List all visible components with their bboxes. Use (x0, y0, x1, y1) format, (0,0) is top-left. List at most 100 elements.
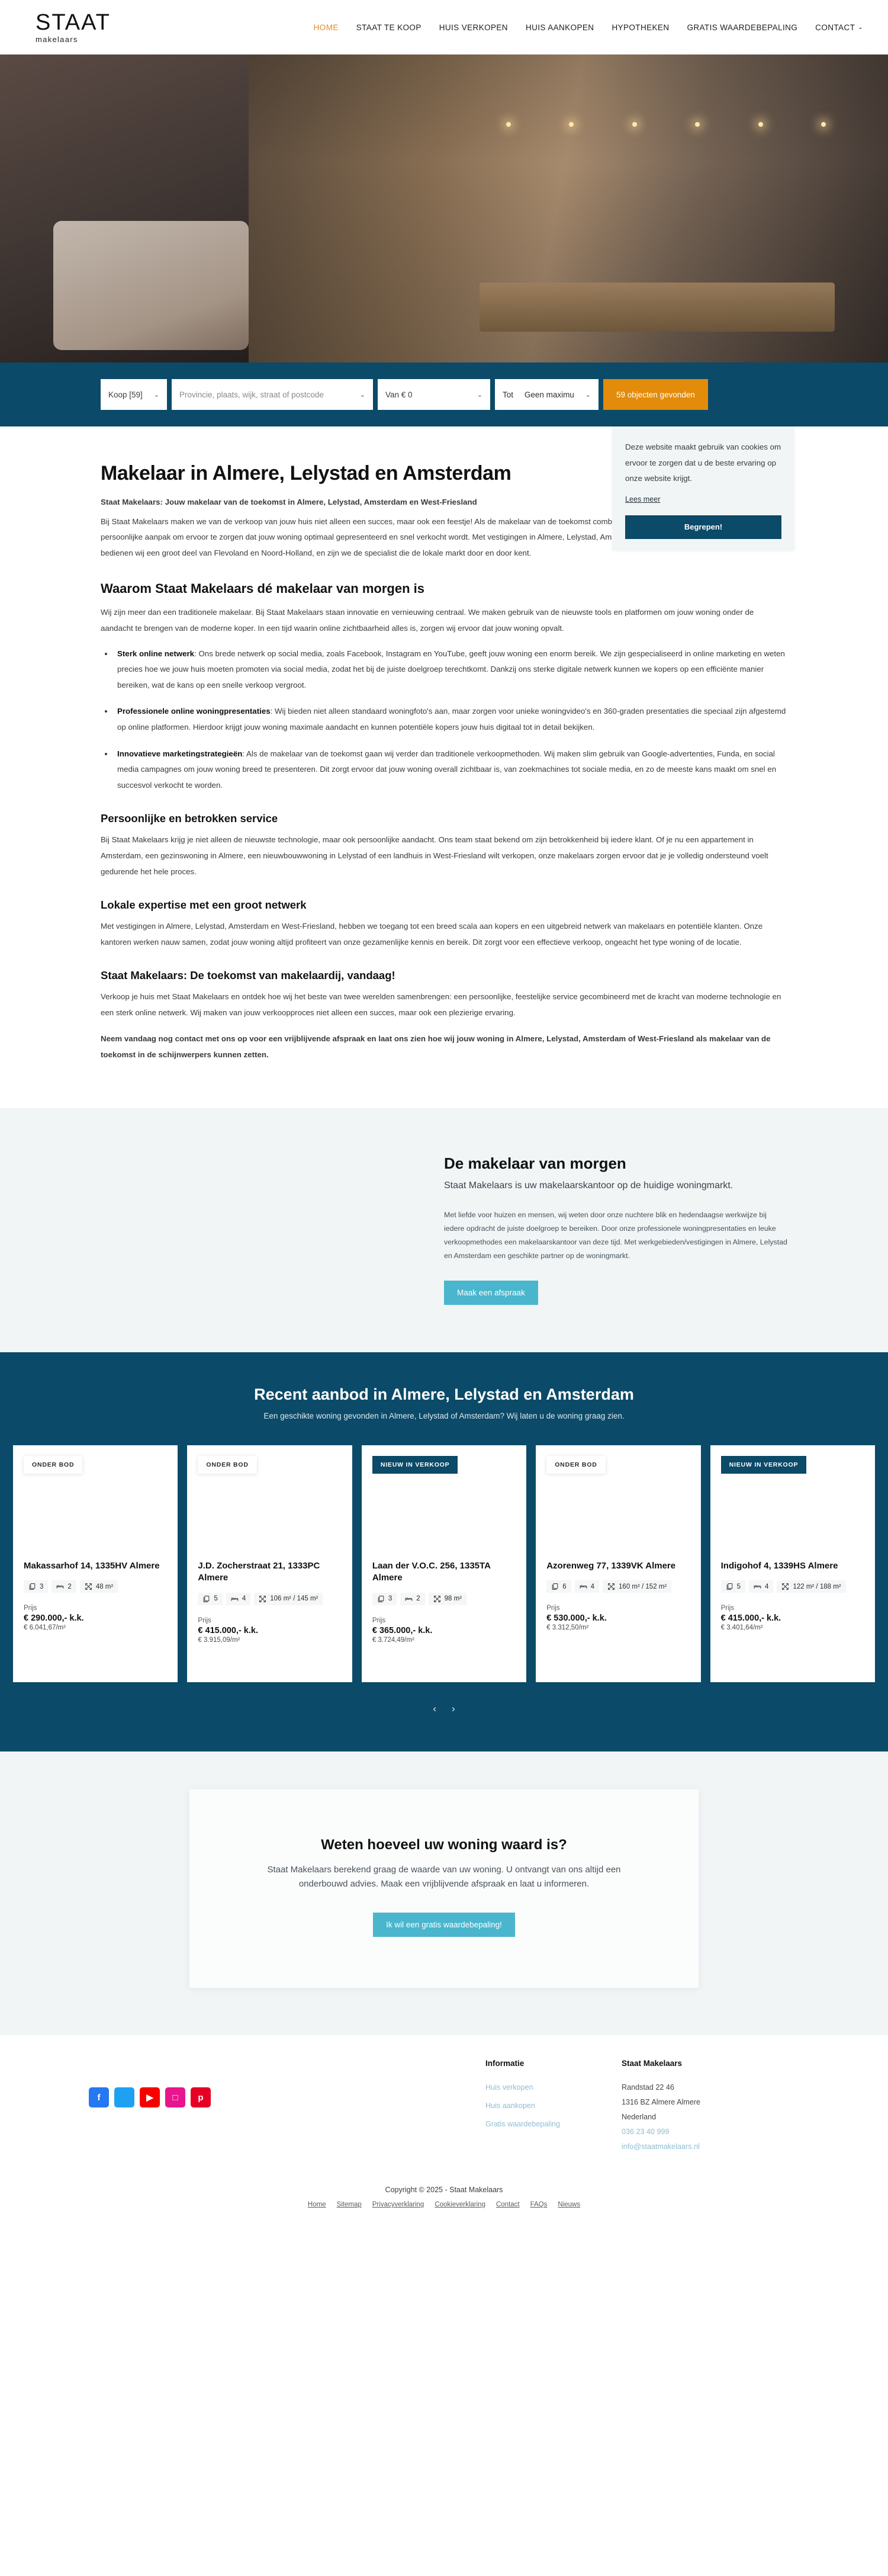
youtube-icon[interactable]: ▶ (140, 2087, 160, 2108)
chevron-down-icon: ⌄ (153, 391, 159, 399)
listing-title: Makassarhof 14, 1335HV Almere (24, 1561, 160, 1571)
cookie-accept-button[interactable]: Begrepen! (625, 515, 781, 539)
nav-item-staat-te-koop[interactable]: STAAT TE KOOP (356, 23, 422, 32)
listing-spec-value: 2 (416, 1595, 420, 1603)
nav-item-huis-aankopen[interactable]: HUIS AANKOPEN (526, 23, 594, 32)
valuation-card: Weten hoeveel uw woning waard is? Staat … (189, 1789, 699, 1988)
hero-table-decoration (480, 282, 835, 332)
instagram-icon[interactable]: □ (165, 2087, 185, 2108)
legal-link-home[interactable]: Home (308, 2201, 326, 2208)
legal-link-sitemap[interactable]: Sitemap (337, 2201, 362, 2208)
listing-price-label: Prijs (372, 1616, 386, 1624)
legal-link-faqs[interactable]: FAQs (530, 2201, 548, 2208)
logo[interactable]: STAAT makelaars (36, 11, 111, 43)
section-heading-persoonlijk: Persoonlijke en betrokken service (101, 812, 278, 825)
listing-spec: 106 m² / 145 m² (254, 1592, 323, 1605)
listing-status-badge: ONDER BOD (198, 1456, 257, 1474)
footer-link-huis-verkopen[interactable]: Huis verkopen (485, 2083, 622, 2091)
legal-link-cookieverklaring[interactable]: Cookieverklaring (435, 2201, 485, 2208)
listing-title: J.D. Zocherstraat 21, 1333PC Almere (198, 1561, 320, 1583)
listing-spec-value: 160 m² / 152 m² (619, 1583, 667, 1590)
listing-spec-value: 4 (242, 1595, 246, 1603)
listing-spec: 5 (198, 1592, 223, 1605)
footer-link-huis-aankopen[interactable]: Huis aankopen (485, 2102, 622, 2110)
listing-spec: 160 m² / 152 m² (603, 1580, 672, 1593)
makelaar-van-morgen-body: Met liefde voor huizen en mensen, wij we… (444, 1211, 787, 1260)
site-header: STAAT makelaars HOME STAAT TE KOOP HUIS VE… (0, 0, 888, 54)
pinterest-icon[interactable]: р (191, 2087, 211, 2108)
listing-spec: 3 (24, 1580, 49, 1593)
legal-link-contact[interactable]: Contact (496, 2201, 520, 2208)
chevron-down-icon: ⌄ (858, 24, 863, 31)
gratis-waardebepaling-button[interactable]: Ik wil een gratis waardebepaling! (373, 1913, 515, 1937)
nav-item-huis-verkopen[interactable]: HUIS VERKOPEN (439, 23, 508, 32)
listings-title: Recent aanbod in Almere, Lelystad en Ams… (254, 1385, 634, 1404)
twitter-icon[interactable] (114, 2087, 134, 2108)
listing-photo: ONDER BOD (536, 1445, 701, 1550)
listing-price-per-sqm: € 3.401,64/m² (720, 1624, 763, 1632)
search-results-button[interactable]: 59 objecten gevonden (603, 379, 708, 410)
listing-photo: ONDER BOD (187, 1445, 352, 1550)
site-footer: f ▶ □ р Informatie Huis verkopen Huis aankop… (0, 2035, 888, 2173)
benefit-text: : Ons brede netwerk op social media, zoa… (117, 649, 785, 689)
facebook-icon[interactable]: f (89, 2087, 109, 2108)
search-price-min-select[interactable]: Van € 0 ⌄ (378, 379, 490, 410)
listing-card[interactable]: NIEUW IN VERKOOP Indigohof 4, 1339HS Alme… (710, 1445, 876, 1683)
footer-info-column: Informatie Huis verkopen Huis aankopen Gra… (485, 2059, 622, 2138)
listing-card[interactable]: ONDER BOD Azorenweg 77, 1339VK Almere 6 4 16… (536, 1445, 701, 1683)
listing-card[interactable]: NIEUW IN VERKOOP Laan der V.O.C. 256, 133… (361, 1445, 527, 1683)
listing-spec-value: 3 (388, 1595, 392, 1603)
legal-link-privacyverklaring[interactable]: Privacyverklaring (372, 2201, 424, 2208)
rooms-icon (551, 1583, 559, 1590)
logo-subtitle: makelaars (36, 35, 78, 44)
nav-item-gratis-waardebepaling[interactable]: GRATIS WAARDEBEPALING (687, 23, 797, 32)
listing-spec: 2 (52, 1580, 76, 1593)
main-article: Deze website maakt gebruik van cookies o… (101, 426, 794, 1108)
nav-item-label: GRATIS WAARDEBEPALING (687, 23, 798, 32)
legal-link-nieuws[interactable]: Nieuws (558, 2201, 580, 2208)
listing-spec-value: 98 m² (444, 1595, 462, 1603)
nav-item-home[interactable]: HOME (314, 23, 339, 32)
search-location-select[interactable]: Provincie, plaats, wijk, straat of postc… (172, 379, 373, 410)
section-heading-lokaal: Lokale expertise met een groot netwerk (101, 899, 307, 912)
footer-contact-column: Staat Makelaars Randstad 22 46 1316 BZ Al… (622, 2059, 799, 2157)
nav-item-hypotheken[interactable]: HYPOTHEKEN (612, 23, 669, 32)
benefit-title: Professionele online woningpresentaties (117, 707, 271, 716)
listing-card[interactable]: ONDER BOD Makassarhof 14, 1335HV Almere 3 2… (13, 1445, 178, 1683)
listing-card[interactable]: ONDER BOD J.D. Zocherstraat 21, 1333PC Al… (187, 1445, 352, 1683)
property-search-bar: Koop [59] ⌄ Provincie, plaats, wijk, str… (0, 362, 888, 426)
carousel-next-button[interactable]: › (452, 1704, 455, 1714)
listing-price-label: Prijs (24, 1605, 37, 1612)
search-price-max-select[interactable]: Tot Geen maximu ⌄ (495, 379, 599, 410)
search-type-select[interactable]: Koop [59] ⌄ (101, 379, 167, 410)
rooms-icon (28, 1583, 36, 1590)
cookie-read-more-link[interactable]: Lees meer (625, 495, 661, 503)
footer-link-gratis-waardebepaling[interactable]: Gratis waardebepaling (485, 2120, 622, 2128)
area-icon (781, 1583, 789, 1590)
listing-spec-value: 6 (562, 1583, 567, 1590)
cookie-banner-text: Deze website maakt gebruik van cookies o… (625, 442, 781, 483)
listing-spec-value: 2 (67, 1583, 72, 1590)
rooms-icon (377, 1595, 385, 1603)
bed-icon (580, 1583, 587, 1590)
listing-spec: 2 (400, 1592, 425, 1605)
listing-spec-value: 4 (765, 1583, 769, 1590)
bed-icon (405, 1595, 413, 1603)
listing-body: Makassarhof 14, 1335HV Almere 3 2 48 m² Prij… (13, 1550, 178, 1682)
footer-email[interactable]: info@staatmakelaars.nl (622, 2142, 799, 2151)
carousel-prev-button[interactable]: ‹ (433, 1704, 436, 1714)
area-icon (259, 1595, 266, 1603)
listing-spec: 4 (749, 1580, 774, 1593)
maak-afspraak-button[interactable]: Maak een afspraak (444, 1281, 538, 1305)
listing-title: Indigohof 4, 1339HS Almere (720, 1561, 838, 1571)
listing-photo: NIEUW IN VERKOOP (710, 1445, 876, 1550)
makelaar-van-morgen-image (101, 1151, 408, 1305)
nav-item-contact[interactable]: CONTACT ⌄ (815, 23, 863, 32)
nav-item-label: HUIS AANKOPEN (525, 23, 594, 32)
footer-phone[interactable]: 036 23 40 999 (622, 2128, 799, 2136)
listing-photo: NIEUW IN VERKOOP (361, 1445, 527, 1550)
listing-specs: 3 2 98 m² (372, 1592, 516, 1605)
listings-subtitle: Een geschikte woning gevonden in Almere,… (263, 1411, 625, 1421)
listing-spec-value: 5 (214, 1595, 218, 1603)
listing-price-label: Prijs (720, 1605, 734, 1612)
